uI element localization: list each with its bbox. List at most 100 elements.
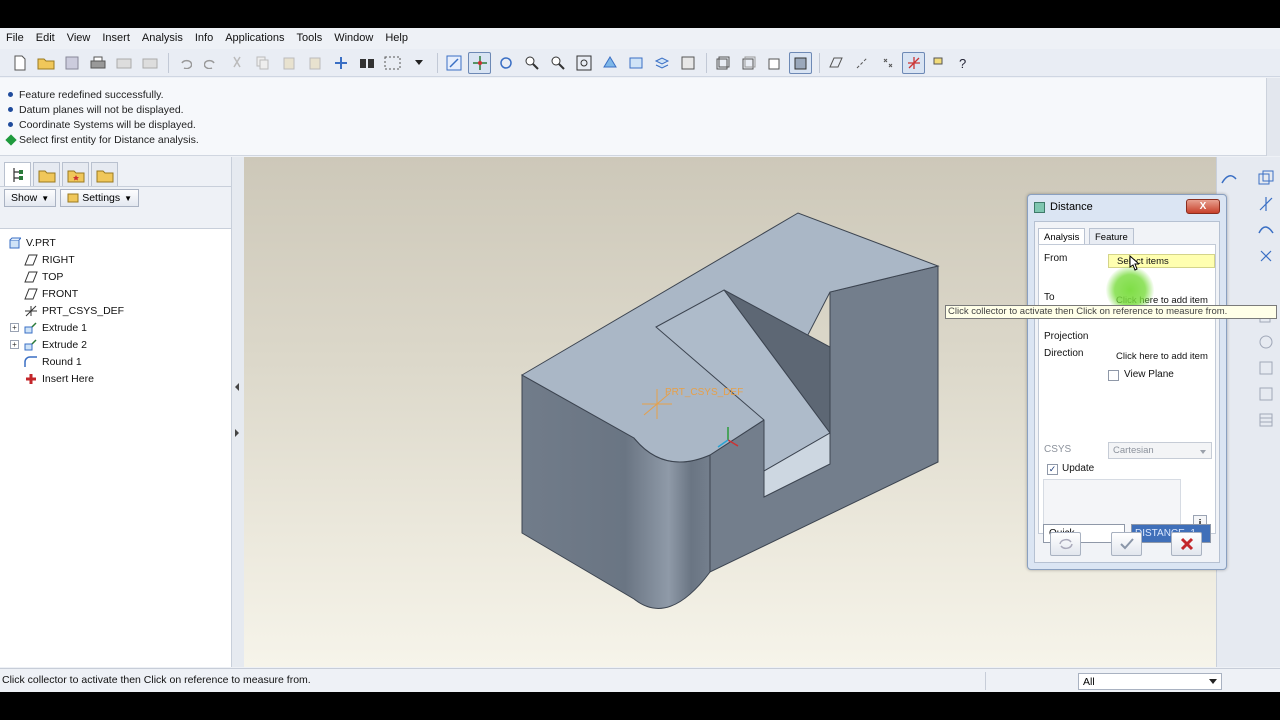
folder-browser-tab-icon[interactable] <box>33 162 60 186</box>
saved-views-icon[interactable] <box>624 52 647 74</box>
find-icon[interactable] <box>355 52 378 74</box>
collector-tooltip: Click collector to activate then Click o… <box>945 305 1277 319</box>
from-label: From <box>1044 253 1068 264</box>
collapse-left-icon[interactable] <box>235 383 239 391</box>
menu-file[interactable]: File <box>6 32 24 44</box>
model-tree-tab-icon[interactable] <box>4 162 31 186</box>
menu-insert[interactable]: Insert <box>102 32 130 44</box>
save-icon[interactable] <box>60 52 83 74</box>
hole-tool-icon[interactable] <box>1257 411 1275 429</box>
model-tree: V.PRT RIGHT TOP FRONT PRT_CSYS_DEF + Ext… <box>0 229 231 387</box>
menu-tools[interactable]: Tools <box>297 32 323 44</box>
menu-analysis[interactable]: Analysis <box>142 32 183 44</box>
toolbar-separator <box>706 52 707 73</box>
blend-tool-icon[interactable] <box>1257 385 1275 403</box>
zoom-out-icon[interactable] <box>546 52 569 74</box>
tree-item-part[interactable]: V.PRT <box>0 234 231 251</box>
refit-icon[interactable] <box>572 52 595 74</box>
layers-icon[interactable] <box>650 52 673 74</box>
datum-axes-toggle-icon[interactable] <box>850 52 873 74</box>
favorites-tab-icon[interactable] <box>62 162 89 186</box>
view-plane-checkbox[interactable] <box>1108 370 1119 381</box>
cut-icon[interactable] <box>225 52 248 74</box>
reorient-icon[interactable] <box>598 52 621 74</box>
expand-icon[interactable]: + <box>10 323 19 332</box>
view-plane-label: View Plane <box>1124 369 1174 380</box>
close-icon[interactable]: X <box>1186 199 1220 214</box>
datum-planes-toggle-icon[interactable] <box>824 52 847 74</box>
tree-item-front[interactable]: FRONT <box>0 285 231 302</box>
datum-axis-tool-icon[interactable] <box>1257 195 1275 213</box>
menu-applications[interactable]: Applications <box>225 32 284 44</box>
new-file-icon[interactable] <box>8 52 31 74</box>
tab-analysis[interactable]: Analysis <box>1038 228 1086 245</box>
message-scrollbar[interactable] <box>1266 78 1280 156</box>
send-link-icon[interactable] <box>138 52 161 74</box>
select-box-icon[interactable] <box>381 52 404 74</box>
tab-feature[interactable]: Feature <box>1089 228 1134 245</box>
tree-item-csys[interactable]: PRT_CSYS_DEF <box>0 302 231 319</box>
direction-collector[interactable]: Click here to add item <box>1108 349 1215 363</box>
menu-view[interactable]: View <box>67 32 91 44</box>
panel-splitter[interactable] <box>232 157 244 667</box>
settings-button[interactable]: Settings ▼ <box>60 189 140 207</box>
redo-icon[interactable] <box>199 52 222 74</box>
menu-window[interactable]: Window <box>334 32 373 44</box>
datum-plane-tool-icon[interactable] <box>1257 169 1275 187</box>
menu-info[interactable]: Info <box>195 32 213 44</box>
status-message: Click collector to activate then Click o… <box>2 674 311 686</box>
settings-button-label: Settings <box>82 192 121 204</box>
send-mail-icon[interactable] <box>112 52 135 74</box>
menu-edit[interactable]: Edit <box>36 32 55 44</box>
zoom-in-icon[interactable] <box>520 52 543 74</box>
analysis-icon <box>1034 201 1045 213</box>
wireframe-icon[interactable] <box>711 52 734 74</box>
spin-center-icon[interactable] <box>468 51 491 74</box>
expand-icon[interactable]: + <box>10 340 19 349</box>
tree-item-top[interactable]: TOP <box>0 268 231 285</box>
tree-item-extrude-2[interactable]: + Extrude 2 <box>0 336 231 353</box>
paste-icon[interactable] <box>277 52 300 74</box>
no-hidden-icon[interactable] <box>763 52 786 74</box>
tree-item-extrude-1[interactable]: + Extrude 1 <box>0 319 231 336</box>
csys-toggle-icon[interactable] <box>902 51 925 74</box>
tree-item-round-1[interactable]: Round 1 <box>0 353 231 370</box>
tree-filter-bar <box>0 209 231 229</box>
connections-tab-icon[interactable] <box>91 162 118 186</box>
tree-item-insert-here[interactable]: Insert Here <box>0 370 231 387</box>
regenerate-icon[interactable] <box>329 52 352 74</box>
cancel-button[interactable] <box>1171 532 1202 556</box>
update-checkbox[interactable]: ✓ <box>1047 464 1058 475</box>
select-dropdown-icon[interactable] <box>407 52 430 74</box>
hidden-line-icon[interactable] <box>737 52 760 74</box>
revolve-tool-icon[interactable] <box>1257 333 1275 351</box>
show-button[interactable]: Show ▼ <box>4 189 57 207</box>
chevron-down-icon: ▼ <box>41 193 50 203</box>
print-icon[interactable] <box>86 52 109 74</box>
menu-help[interactable]: Help <box>385 32 408 44</box>
shading-icon[interactable] <box>789 51 812 74</box>
sweep-tool-icon[interactable] <box>1257 359 1275 377</box>
selection-filter-select[interactable]: All <box>1078 673 1222 690</box>
ok-button[interactable] <box>1111 532 1142 556</box>
selection-filter-value: All <box>1083 675 1095 688</box>
datum-plane-icon <box>24 271 38 283</box>
context-help-icon[interactable]: ? <box>954 52 977 74</box>
repaint-icon[interactable] <box>442 52 465 74</box>
datum-points-toggle-icon[interactable] <box>876 52 899 74</box>
open-folder-icon[interactable] <box>34 52 57 74</box>
datum-curve-tool-icon[interactable] <box>1257 221 1275 239</box>
copy-icon[interactable] <box>251 52 274 74</box>
view-manager-icon[interactable] <box>676 52 699 74</box>
sketch-curve-icon[interactable] <box>1220 169 1238 187</box>
repeat-button[interactable] <box>1050 532 1081 556</box>
paste-special-icon[interactable] <box>303 52 326 74</box>
tree-item-label: RIGHT <box>42 253 75 266</box>
undo-icon[interactable] <box>173 52 196 74</box>
orient-mode-icon[interactable] <box>494 52 517 74</box>
expand-right-icon[interactable] <box>235 429 239 437</box>
datum-point-tool-icon[interactable] <box>1257 247 1275 265</box>
annotation-toggle-icon[interactable] <box>928 52 951 74</box>
tree-item-right[interactable]: RIGHT <box>0 251 231 268</box>
prompt-diamond-icon <box>5 133 17 146</box>
